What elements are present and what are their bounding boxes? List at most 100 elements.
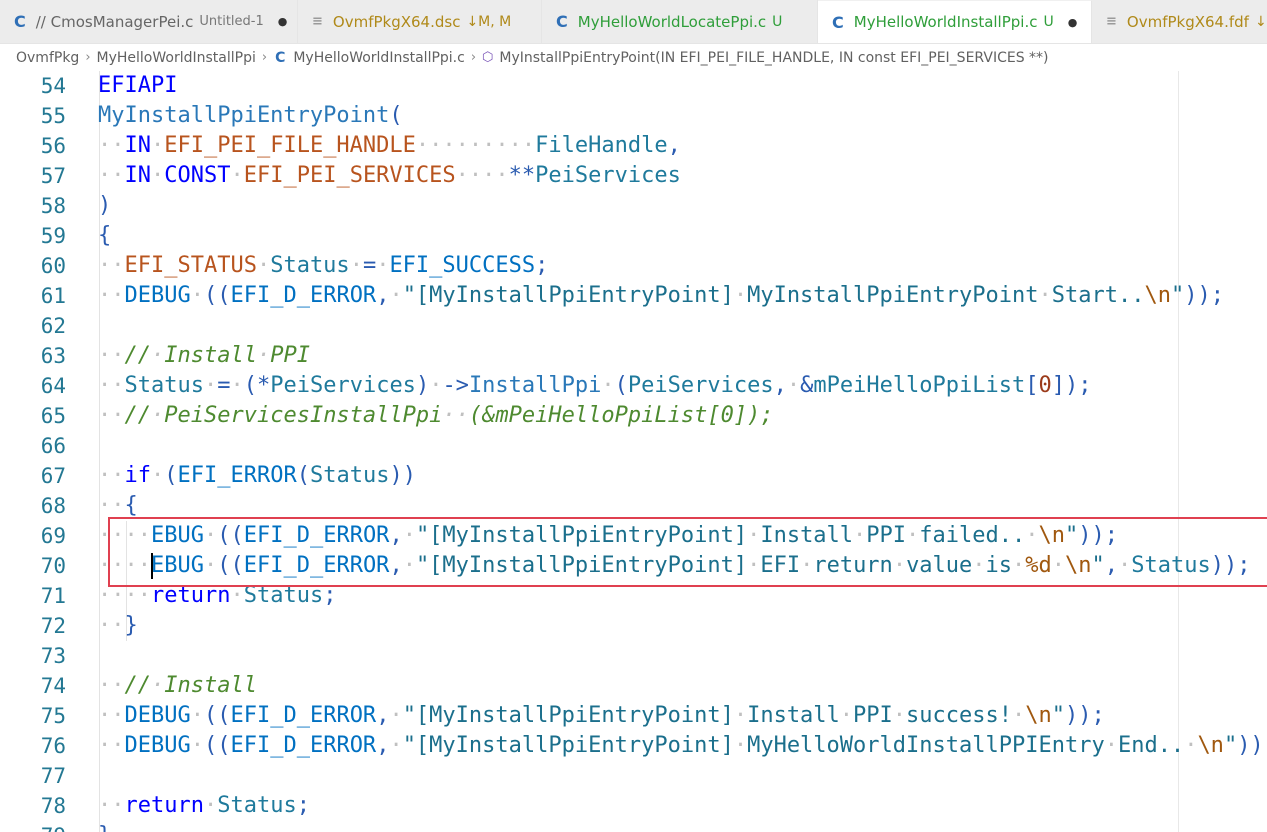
breadcrumb-item-folder[interactable]: OvmfPkg — [16, 50, 79, 66]
line-number: 73 — [40, 644, 66, 668]
c-file-icon: C — [556, 12, 568, 31]
line-number: 56 — [40, 134, 66, 158]
code-text[interactable]: ····return·Status; — [98, 581, 336, 611]
line-number: 59 — [40, 224, 66, 248]
code-text[interactable]: ····EBUG·((EFI_D_ERROR,·"[MyInstallPpiEn… — [98, 551, 1251, 581]
code-text[interactable]: ··Status·=·(*PeiServices)·->InstallPpi·(… — [98, 371, 1092, 401]
line-number: 66 — [40, 434, 66, 458]
line-number: 79 — [0, 821, 66, 832]
symbol-method-icon: ⬡ — [482, 50, 494, 65]
code-text[interactable]: ··//·Install·PPI — [98, 341, 310, 371]
tab-ovmfpkgx64-fdf[interactable]: ≡ OvmfPkgX64.fdf ↓ — [1092, 0, 1267, 43]
code-text[interactable]: { — [98, 221, 111, 251]
line-number: 55 — [40, 104, 66, 128]
dirty-indicator-icon[interactable]: ● — [1068, 16, 1078, 29]
tab-label: OvmfPkgX64.fdf — [1126, 12, 1249, 31]
code-line[interactable]: 64 ··Status·=·(*PeiServices)·->InstallPpi… — [0, 371, 1267, 401]
code-line[interactable]: 65 ··//·PeiServicesInstallPpi··(&mPeiHell… — [0, 401, 1267, 431]
code-text[interactable]: ··return·Status; — [98, 791, 310, 821]
line-number: 63 — [40, 344, 66, 368]
code-editor[interactable]: 54 EFIAPI 55 MyInstallPpiEntryPoint( 56 ··IN·… — [0, 71, 1267, 832]
line-number: 67 — [40, 464, 66, 488]
git-status-badge: ↓ — [1254, 13, 1267, 30]
breadcrumb-item-subfolder[interactable]: MyHelloWorldInstallPpi — [97, 50, 256, 66]
code-text[interactable]: ··} — [98, 611, 138, 641]
tab-description: Untitled-1 — [199, 14, 264, 29]
code-text[interactable]: ····EBUG·((EFI_D_ERROR,·"[MyInstallPpiEn… — [98, 521, 1118, 551]
code-line[interactable]: 77 — [0, 761, 1267, 791]
code-text[interactable]: ··EFI_STATUS·Status·=·EFI_SUCCESS; — [98, 251, 548, 281]
chevron-right-icon: › — [470, 50, 477, 65]
code-text[interactable]: ··DEBUG·((EFI_D_ERROR,·"[MyInstallPpiEnt… — [98, 731, 1267, 761]
tab-label: // CmosManagerPei.c — [35, 12, 194, 31]
tab-ovmfpkgx64-dsc[interactable]: ≡ OvmfPkgX64.dsc ↓M, M — [298, 0, 542, 43]
code-line[interactable]: 76 ··DEBUG·((EFI_D_ERROR,·"[MyInstallPpiE… — [0, 731, 1267, 761]
code-line[interactable]: 59 { — [0, 221, 1267, 251]
line-number: 64 — [40, 374, 66, 398]
code-line[interactable]: 55 MyInstallPpiEntryPoint( — [0, 101, 1267, 131]
line-number: 65 — [40, 404, 66, 428]
line-number: 60 — [40, 254, 66, 278]
code-text[interactable]: } — [98, 821, 111, 832]
dirty-indicator-icon[interactable]: ● — [278, 15, 288, 28]
line-number: 72 — [40, 614, 66, 638]
code-line[interactable]: 66 — [0, 431, 1267, 461]
tab-bar: C // CmosManagerPei.c Untitled-1 ● ≡ Ovm… — [0, 0, 1267, 44]
code-line[interactable]: 56 ··IN·EFI_PEI_FILE_HANDLE·········FileH… — [0, 131, 1267, 161]
breadcrumb-item-file[interactable]: MyHelloWorldInstallPpi.c — [293, 50, 464, 66]
tab-label: OvmfPkgX64.dsc — [332, 12, 461, 31]
code-line[interactable]: 70 ····EBUG·((EFI_D_ERROR,·"[MyInstallPpi… — [0, 551, 1267, 581]
line-number: 76 — [40, 734, 66, 758]
breadcrumb: OvmfPkg › MyHelloWorldInstallPpi › C MyH… — [0, 44, 1267, 71]
code-text[interactable]: ··DEBUG·((EFI_D_ERROR,·"[MyInstallPpiEnt… — [98, 701, 1105, 731]
code-text[interactable]: ··IN·CONST·EFI_PEI_SERVICES····**PeiServ… — [98, 161, 681, 191]
tab-myhelloworldlocateppi[interactable]: C MyHelloWorldLocatePpi.c U — [542, 0, 818, 43]
code-line[interactable]: 71 ····return·Status; — [0, 581, 1267, 611]
line-number: 78 — [40, 794, 66, 818]
code-line[interactable]: 72 ··} — [0, 611, 1267, 641]
line-number: 70 — [40, 554, 66, 578]
code-line[interactable]: 74 ··//·Install — [0, 671, 1267, 701]
tab-myhelloworldinstallppi[interactable]: C MyHelloWorldInstallPpi.c U ● — [818, 0, 1092, 43]
line-number: 62 — [40, 314, 66, 338]
code-text[interactable]: ··if·(EFI_ERROR(Status)) — [98, 461, 416, 491]
code-text[interactable]: ··//·PeiServicesInstallPpi··(&mPeiHelloP… — [98, 401, 774, 431]
code-line[interactable]: 60 ··EFI_STATUS·Status·=·EFI_SUCCESS; — [0, 251, 1267, 281]
tab-cmosmanagerpei[interactable]: C // CmosManagerPei.c Untitled-1 ● — [0, 0, 298, 43]
git-status-badge: U — [1043, 14, 1054, 30]
chevron-right-icon: › — [261, 50, 268, 65]
text-cursor — [151, 553, 153, 579]
line-number: 75 — [40, 704, 66, 728]
chevron-right-icon: › — [85, 50, 91, 65]
code-line[interactable]: 61 ··DEBUG·((EFI_D_ERROR,·"[MyInstallPpiE… — [0, 281, 1267, 311]
line-number: 58 — [40, 194, 66, 218]
code-line[interactable]: 79} — [0, 821, 1267, 832]
lines-icon: ≡ — [1106, 14, 1117, 29]
tab-label: MyHelloWorldLocatePpi.c — [577, 12, 767, 31]
line-number: 54 — [40, 74, 66, 98]
code-line[interactable]: 63 ··//·Install·PPI — [0, 341, 1267, 371]
code-line[interactable]: 73 — [0, 641, 1267, 671]
c-file-icon: C — [275, 49, 286, 66]
code-text[interactable]: ) — [98, 191, 111, 221]
code-text[interactable]: MyInstallPpiEntryPoint( — [98, 101, 403, 131]
code-line[interactable]: 78 ··return·Status; — [0, 791, 1267, 821]
code-text[interactable]: ··DEBUG·((EFI_D_ERROR,·"[MyInstallPpiEnt… — [98, 281, 1224, 311]
git-status-badge: U — [772, 13, 783, 30]
code-text[interactable]: ··{ — [98, 491, 138, 521]
code-line[interactable]: 54 EFIAPI — [0, 71, 1267, 101]
line-number: 71 — [40, 584, 66, 608]
code-line[interactable]: 62 — [0, 311, 1267, 341]
breadcrumb-item-symbol[interactable]: MyInstallPpiEntryPoint(IN EFI_PEI_FILE_H… — [499, 50, 1048, 66]
code-line[interactable]: 68 ··{ — [0, 491, 1267, 521]
line-number: 77 — [40, 764, 66, 788]
code-text[interactable]: ··//·Install — [98, 671, 257, 701]
code-line[interactable]: 58) — [0, 191, 1267, 221]
code-text[interactable]: ··IN·EFI_PEI_FILE_HANDLE·········FileHan… — [98, 131, 681, 161]
code-text[interactable]: EFIAPI — [98, 71, 177, 101]
code-line[interactable]: 69 ····EBUG·((EFI_D_ERROR,·"[MyInstallPpi… — [0, 521, 1267, 551]
code-line[interactable]: 75 ··DEBUG·((EFI_D_ERROR,·"[MyInstallPpiE… — [0, 701, 1267, 731]
line-number: 68 — [40, 494, 66, 518]
code-line[interactable]: 57 ··IN·CONST·EFI_PEI_SERVICES····**PeiSe… — [0, 161, 1267, 191]
code-line[interactable]: 67 ··if·(EFI_ERROR(Status)) — [0, 461, 1267, 491]
